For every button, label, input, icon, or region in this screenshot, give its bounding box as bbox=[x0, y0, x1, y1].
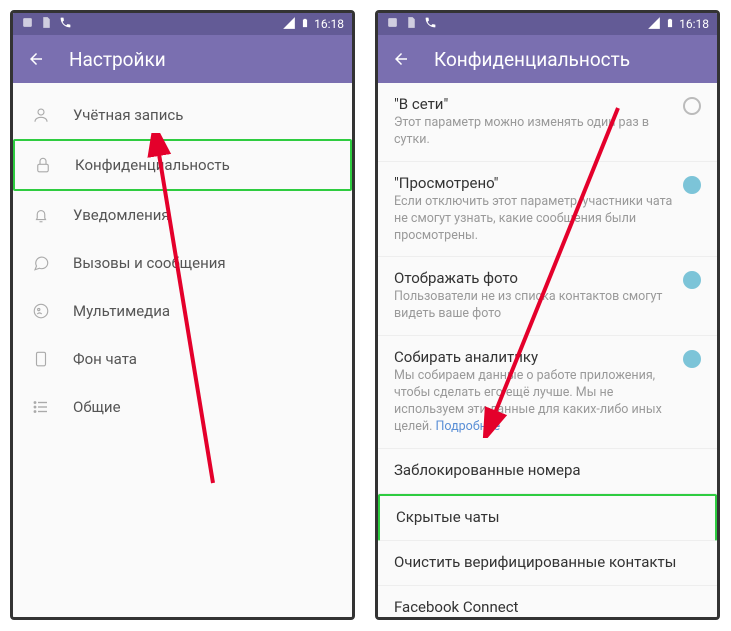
signal-icon bbox=[647, 16, 661, 33]
setting-item[interactable]: Скрытые чаты bbox=[378, 494, 717, 541]
setting-item[interactable]: "Просмотрено" Если отключить этот парамет… bbox=[378, 162, 717, 258]
menu-item-list[interactable]: Общие bbox=[13, 383, 352, 431]
phone-icon bbox=[424, 16, 437, 32]
bell-icon bbox=[31, 205, 51, 225]
phone-icon bbox=[59, 16, 72, 32]
chat-icon bbox=[31, 253, 51, 273]
phone-screen-settings: 16:18 Настройки Учётная запись Конфиденци… bbox=[10, 10, 355, 620]
signal-icon bbox=[282, 16, 296, 33]
status-icon-sim bbox=[405, 16, 418, 32]
privacy-list: "В сети" Этот параметр можно изменять оди… bbox=[378, 83, 717, 617]
status-icon-app bbox=[21, 16, 34, 32]
media-icon bbox=[31, 301, 51, 321]
header-title: Настройки bbox=[69, 48, 166, 71]
setting-title: "В сети" bbox=[394, 95, 673, 113]
setting-title: Заблокированные номера bbox=[394, 461, 701, 479]
toggle-off[interactable] bbox=[683, 97, 701, 115]
menu-item-wallpaper[interactable]: Фон чата bbox=[13, 335, 352, 383]
setting-title: Скрытые чаты bbox=[396, 508, 699, 526]
menu-item-person[interactable]: Учётная запись bbox=[13, 91, 352, 139]
menu-item-label: Фон чата bbox=[73, 350, 137, 368]
setting-item[interactable]: Собирать аналитику Мы собираем данные о р… bbox=[378, 336, 717, 449]
menu-item-chat[interactable]: Вызовы и сообщения bbox=[13, 239, 352, 287]
setting-description: Если отключить этот параметр, участники … bbox=[394, 194, 673, 245]
back-arrow-icon[interactable] bbox=[27, 50, 45, 68]
toggle-on[interactable] bbox=[683, 176, 701, 194]
person-icon bbox=[31, 105, 51, 125]
status-icon-app bbox=[386, 16, 399, 32]
battery-icon bbox=[665, 16, 675, 33]
setting-description: Этот параметр можно изменять один раз в … bbox=[394, 115, 673, 149]
setting-item[interactable]: Очистить верифицированные контакты bbox=[378, 541, 717, 586]
setting-description: Пользователи не из списка контактов смог… bbox=[394, 289, 673, 323]
setting-description: Мы собираем данные о работе приложения, … bbox=[394, 368, 673, 436]
setting-title: Facebook Connect bbox=[394, 598, 701, 616]
battery-icon bbox=[300, 16, 310, 33]
menu-item-label: Учётная запись bbox=[73, 106, 183, 124]
setting-item[interactable]: Заблокированные номера bbox=[378, 449, 717, 494]
header-settings: Настройки bbox=[13, 35, 352, 83]
menu-item-label: Вызовы и сообщения bbox=[73, 254, 226, 272]
lock-icon bbox=[33, 155, 53, 175]
status-bar: 16:18 bbox=[378, 13, 717, 35]
phone-screen-privacy: 16:18 Конфиденциальность "В сети" Этот па… bbox=[375, 10, 720, 620]
status-time: 16:18 bbox=[314, 17, 344, 31]
toggle-on[interactable] bbox=[683, 271, 701, 289]
settings-list: Учётная запись Конфиденциальность Уведомле… bbox=[13, 83, 352, 617]
setting-item[interactable]: Отображать фото Пользователи не из списка… bbox=[378, 257, 717, 336]
menu-item-bell[interactable]: Уведомления bbox=[13, 191, 352, 239]
setting-item[interactable]: Facebook ConnectНажмите для подключения … bbox=[378, 586, 717, 617]
status-bar: 16:18 bbox=[13, 13, 352, 35]
setting-title: Очистить верифицированные контакты bbox=[394, 553, 701, 571]
setting-link[interactable]: Подробнее bbox=[436, 419, 501, 434]
toggle-on[interactable] bbox=[683, 350, 701, 368]
setting-title: Собирать аналитику bbox=[394, 348, 673, 366]
setting-item[interactable]: "В сети" Этот параметр можно изменять оди… bbox=[378, 83, 717, 162]
header-title: Конфиденциальность bbox=[434, 48, 630, 71]
status-time: 16:18 bbox=[679, 17, 709, 31]
menu-item-lock[interactable]: Конфиденциальность bbox=[13, 139, 352, 191]
header-privacy: Конфиденциальность bbox=[378, 35, 717, 83]
menu-item-label: Уведомления bbox=[73, 206, 170, 224]
setting-title: Отображать фото bbox=[394, 269, 673, 287]
menu-item-media[interactable]: Мультимедиа bbox=[13, 287, 352, 335]
menu-item-label: Конфиденциальность bbox=[75, 156, 230, 174]
menu-item-label: Мультимедиа bbox=[73, 302, 170, 320]
back-arrow-icon[interactable] bbox=[392, 50, 410, 68]
list-icon bbox=[31, 397, 51, 417]
menu-item-label: Общие bbox=[73, 398, 121, 416]
status-icon-sim bbox=[40, 16, 53, 32]
wallpaper-icon bbox=[31, 349, 51, 369]
setting-title: "Просмотрено" bbox=[394, 174, 673, 192]
